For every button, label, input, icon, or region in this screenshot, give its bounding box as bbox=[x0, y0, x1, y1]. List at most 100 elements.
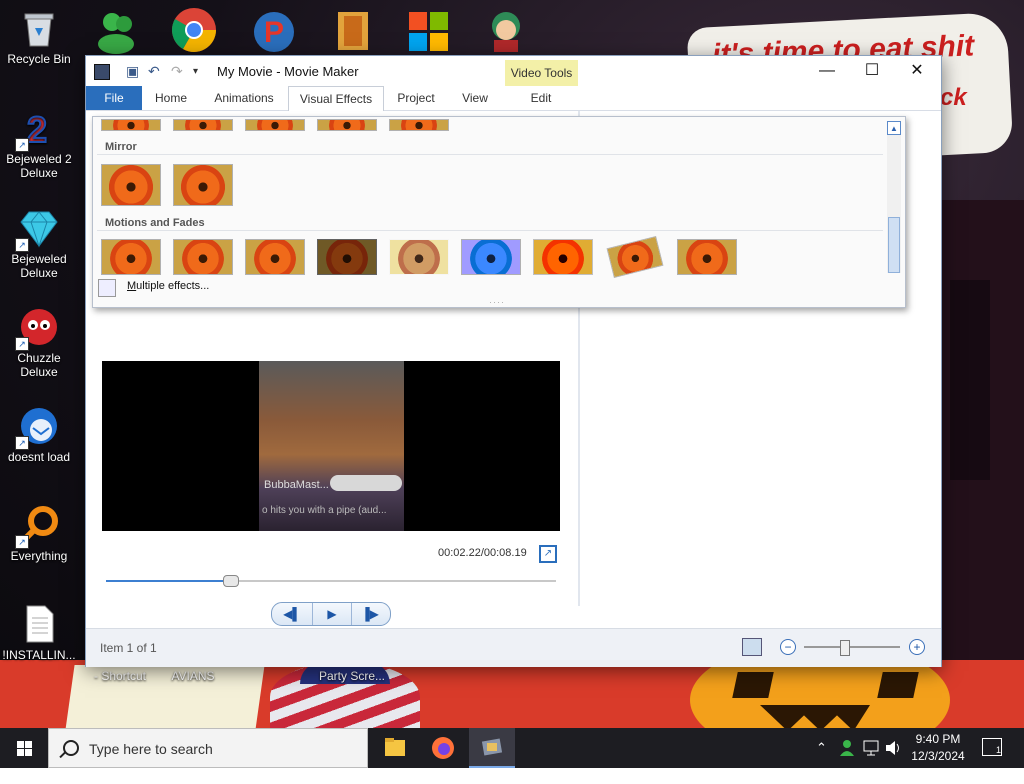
effect-thumbnail-mirror-vertical[interactable] bbox=[173, 164, 233, 206]
effect-thumbnail[interactable] bbox=[317, 239, 377, 275]
desktop-icon-text-file[interactable]: !INSTALLIN... bbox=[1, 604, 77, 662]
video-overlay-pill bbox=[330, 475, 402, 491]
svg-text:2: 2 bbox=[27, 109, 47, 148]
effect-thumbnail[interactable] bbox=[173, 119, 233, 131]
taskbar-movie-maker[interactable] bbox=[469, 728, 515, 768]
tab-file[interactable]: File bbox=[86, 86, 142, 110]
effect-thumbnail[interactable] bbox=[101, 239, 161, 275]
search-placeholder: Type here to search bbox=[89, 741, 213, 757]
windows-logo-icon[interactable] bbox=[405, 6, 453, 54]
desktop-icon-bejeweled[interactable]: ↗ Bejeweled Deluxe bbox=[1, 208, 77, 280]
svg-text:P: P bbox=[264, 16, 284, 49]
zoom-in-icon[interactable]: + bbox=[909, 639, 925, 655]
zoom-out-icon[interactable]: − bbox=[780, 639, 796, 655]
save-icon[interactable]: ▣ bbox=[126, 63, 139, 80]
desktop-icon-label-shortcut[interactable]: - Shortcut bbox=[80, 669, 160, 683]
effect-thumbnail[interactable] bbox=[606, 235, 664, 279]
effect-thumbnail[interactable] bbox=[317, 119, 377, 131]
desktop-icon-label-avians[interactable]: AVIANS bbox=[158, 669, 228, 683]
effect-thumbnail[interactable] bbox=[461, 239, 521, 275]
desktop-icon-chuzzle[interactable]: ↗ Chuzzle Deluxe bbox=[1, 307, 77, 379]
tab-project[interactable]: Project bbox=[386, 86, 446, 110]
playback-controls: ◀▌ ▶ ▐▶ bbox=[271, 602, 391, 626]
resize-grip[interactable]: ···· bbox=[489, 297, 505, 307]
people-tray-icon[interactable] bbox=[838, 728, 856, 768]
effect-thumbnail[interactable] bbox=[245, 119, 305, 131]
zoom-slider-thumb[interactable] bbox=[840, 640, 851, 656]
wallpaper-text-fragment: ck bbox=[940, 84, 967, 111]
tab-view[interactable]: View bbox=[448, 86, 502, 110]
bejeweled-gem-icon: ↗ bbox=[15, 208, 59, 252]
taskbar-search-box[interactable]: Type here to search bbox=[48, 728, 368, 768]
start-button[interactable] bbox=[0, 728, 48, 768]
title-bar[interactable]: ▣ ↶ ↷ ▾ My Movie - Movie Maker Video Too… bbox=[86, 56, 941, 86]
effect-thumbnail[interactable] bbox=[389, 119, 449, 131]
taskbar-firefox[interactable] bbox=[420, 728, 466, 768]
desktop-icon-label: Everything bbox=[10, 549, 68, 563]
close-button[interactable]: ✕ bbox=[894, 56, 940, 86]
timecode: 00:02.22/00:08.19 bbox=[438, 547, 527, 559]
seek-slider[interactable] bbox=[106, 575, 556, 587]
scroll-up-button[interactable]: ▲ bbox=[887, 121, 901, 135]
show-hidden-icons-chevron-icon[interactable]: ⌃ bbox=[816, 728, 827, 768]
desktop-icon-label: Recycle Bin bbox=[7, 52, 71, 66]
movie-maker-app-icon[interactable] bbox=[94, 64, 110, 80]
effect-thumbnail[interactable] bbox=[533, 239, 593, 275]
status-item-count: Item 1 of 1 bbox=[100, 641, 157, 655]
tab-home[interactable]: Home bbox=[144, 86, 198, 110]
undo-icon[interactable]: ↶ bbox=[148, 63, 160, 80]
desktop-icon-label: doesnt load bbox=[7, 450, 71, 464]
seek-slider-thumb[interactable] bbox=[222, 575, 239, 587]
desktop-icon-thunderbird[interactable]: ↗ doesnt load bbox=[1, 406, 77, 464]
gallery-scrollbar[interactable]: ▲ bbox=[887, 121, 901, 273]
chrome-icon[interactable] bbox=[170, 6, 218, 54]
status-bar: Item 1 of 1 − + bbox=[86, 628, 941, 667]
thumbnail-size-icon[interactable] bbox=[742, 638, 762, 656]
maximize-button[interactable]: ☐ bbox=[849, 56, 895, 86]
window-title: My Movie - Movie Maker bbox=[217, 64, 359, 79]
desktop-icon-everything[interactable]: ↗ Everything bbox=[1, 505, 77, 563]
minimize-button[interactable]: — bbox=[804, 56, 850, 86]
effect-thumbnail[interactable] bbox=[101, 119, 161, 131]
tab-visual-effects[interactable]: Visual Effects bbox=[288, 86, 384, 112]
tab-animations[interactable]: Animations bbox=[202, 86, 286, 110]
character-game-icon[interactable] bbox=[482, 6, 530, 54]
tab-edit[interactable]: Edit bbox=[506, 86, 576, 110]
customize-toolbar-chevron-icon[interactable]: ▾ bbox=[193, 66, 198, 77]
desktop-icon-label: !INSTALLIN... bbox=[2, 648, 76, 662]
notification-center-icon[interactable]: 1 bbox=[982, 738, 1002, 756]
p-app-icon[interactable]: P bbox=[250, 6, 298, 54]
video-tools-context-label: Video Tools bbox=[505, 60, 578, 86]
multiple-effects-button[interactable]: Multiple effects... bbox=[127, 280, 209, 292]
previous-frame-button[interactable]: ◀▌ bbox=[272, 603, 312, 625]
video-caption-line: o hits you with a pipe (aud... bbox=[262, 505, 387, 516]
zoom-slider[interactable] bbox=[804, 640, 900, 656]
desktop-icon-recycle-bin[interactable]: Recycle Bin bbox=[1, 8, 77, 66]
fullscreen-expand-icon[interactable]: ↗ bbox=[539, 545, 557, 563]
desktop-icon-label-party[interactable]: Party Scre... bbox=[312, 669, 392, 683]
visual-effects-gallery: Mirror Motions and Fades ▲ Multiple effe… bbox=[92, 116, 906, 308]
recycle-bin-icon bbox=[19, 8, 59, 48]
redo-icon[interactable]: ↷ bbox=[171, 63, 183, 80]
messenger-icon[interactable] bbox=[92, 6, 140, 54]
play-button[interactable]: ▶ bbox=[312, 603, 352, 625]
taskbar-file-explorer[interactable] bbox=[372, 728, 418, 768]
shortcut-arrow-icon: ↗ bbox=[15, 436, 29, 450]
effect-thumbnail[interactable] bbox=[245, 239, 305, 275]
wallpaper-castle bbox=[950, 280, 990, 480]
video-preview[interactable]: BubbaMast... o hits you with a pipe (aud… bbox=[102, 361, 560, 531]
effect-thumbnail[interactable] bbox=[173, 239, 233, 275]
scrollbar-thumb[interactable] bbox=[888, 217, 900, 273]
desktop-icon-bejeweled-2[interactable]: 2 ↗ Bejeweled 2 Deluxe bbox=[1, 108, 77, 180]
system-clock[interactable]: 9:40 PM 12/3/2024 bbox=[900, 731, 976, 765]
section-heading-motions-fades: Motions and Fades bbox=[105, 217, 205, 229]
effect-thumbnail[interactable] bbox=[677, 239, 737, 275]
network-icon[interactable] bbox=[862, 728, 880, 768]
effect-thumbnail-mirror-horizontal[interactable] bbox=[101, 164, 161, 206]
taskbar: Type here to search ⌃ 9:40 PM 12/3/2024 … bbox=[0, 728, 1024, 768]
shortcut-arrow-icon: ↗ bbox=[15, 337, 29, 351]
effect-thumbnail[interactable] bbox=[389, 239, 449, 275]
folder-app-icon[interactable] bbox=[330, 6, 378, 54]
section-heading-mirror: Mirror bbox=[105, 141, 137, 153]
next-frame-button[interactable]: ▐▶ bbox=[350, 603, 390, 625]
